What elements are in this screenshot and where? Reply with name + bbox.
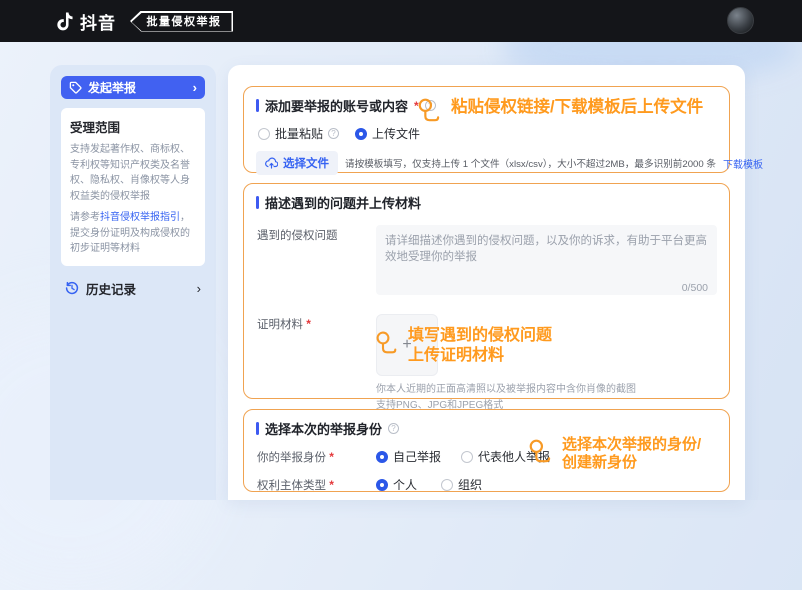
report-behalf-radio[interactable] (461, 451, 473, 463)
subject-field-label: 权利主体类型 * (256, 477, 376, 493)
proof-helper-line-1: 你本人近期的正面高清照以及被举报内容中含你肖像的截图 (376, 382, 636, 398)
required-asterisk: * (306, 317, 311, 331)
report-guide-link[interactable]: 抖音侵权举报指引 (100, 212, 180, 223)
sidebar-item-history[interactable]: 历史记录 › (61, 279, 205, 298)
scope-text-prefix: 请参考 (70, 212, 100, 223)
info-icon[interactable]: ? (388, 423, 399, 434)
user-avatar[interactable] (727, 7, 754, 34)
choose-file-label: 选择文件 (283, 155, 329, 171)
download-template-link[interactable]: 下载模板 (723, 156, 763, 171)
section-report-identity: 选择本次的举报身份 ? 你的举报身份 * 自己举报 代表他人举报 权利主体类型 … (243, 409, 730, 492)
batch-paste-radio[interactable] (258, 128, 270, 140)
page-body: 发起举报 › 受理范围 支持发起著作权、商标权、专利权等知识产权类及名誉权、隐私… (0, 42, 802, 500)
report-form-panel: 添加要举报的账号或内容 * ? 批量粘贴 ? 上传文件 选择文件 请按模板填写，… (228, 65, 745, 500)
subject-type-row: 权利主体类型 * 个人 组织 (256, 476, 717, 493)
section-accent-bar (256, 422, 259, 435)
required-asterisk: * (414, 99, 419, 113)
section-title: 描述遇到的问题并上传材料 (265, 193, 421, 212)
product-badge: 批量侵权举报 (130, 11, 233, 32)
brand-name: 抖音 (80, 9, 116, 34)
subject-label-text: 权利主体类型 (257, 480, 326, 492)
sidebar-item-label: 历史记录 (86, 279, 136, 298)
source-type-radio-group: 批量粘贴 ? 上传文件 (256, 125, 717, 142)
personal-radio[interactable] (376, 479, 388, 491)
required-asterisk: * (329, 478, 334, 492)
upload-file-radio-label: 上传文件 (372, 125, 420, 142)
problem-textarea-wrap: 0/500 (376, 225, 717, 300)
identity-row: 你的举报身份 * 自己举报 代表他人举报 (256, 448, 717, 465)
chevron-right-icon: › (197, 281, 201, 296)
tag-icon (69, 81, 82, 94)
identity-field-label: 你的举报身份 * (256, 449, 376, 465)
sidebar-item-label: 发起举报 (88, 79, 136, 96)
section-header: 选择本次的举报身份 ? (256, 419, 717, 438)
problem-field-label: 遇到的侵权问题 (256, 225, 376, 300)
batch-paste-radio-label: 批量粘贴 (275, 125, 323, 142)
section-accent-bar (256, 99, 259, 112)
report-self-radio[interactable] (376, 451, 388, 463)
douyin-note-icon (54, 11, 73, 32)
section-header: 描述遇到的问题并上传材料 (256, 193, 717, 212)
upload-file-radio[interactable] (355, 128, 367, 140)
organization-radio[interactable] (441, 479, 453, 491)
upload-instructions: 请按模板填写，仅支持上传 1 个文件（xlsx/csv），大小不超过2MB，最多… (345, 156, 716, 170)
scope-card: 受理范围 支持发起著作权、商标权、专利权等知识产权类及名誉权、隐私权、肖像权等人… (61, 108, 205, 266)
section-describe-problem: 描述遇到的问题并上传材料 遇到的侵权问题 0/500 证明材料 * + 你本人近… (243, 183, 730, 399)
character-counter: 0/500 (682, 282, 708, 294)
proof-upload-column: + 你本人近期的正面高清照以及被举报内容中含你肖像的截图 支持PNG、JPG和J… (376, 314, 636, 413)
sidebar: 发起举报 › 受理范围 支持发起著作权、商标权、专利权等知识产权类及名誉权、隐私… (50, 65, 216, 500)
sidebar-item-initiate-report[interactable]: 发起举报 › (61, 76, 205, 99)
section-title: 选择本次的举报身份 (265, 419, 382, 438)
scope-card-paragraph-2: 请参考抖音侵权举报指引，提交身份证明及构成侵权的初步证明等材料 (70, 210, 196, 257)
choose-file-button[interactable]: 选择文件 (256, 151, 338, 175)
scope-card-title: 受理范围 (70, 117, 196, 136)
file-upload-row: 选择文件 请按模板填写，仅支持上传 1 个文件（xlsx/csv），大小不超过2… (256, 151, 717, 175)
personal-radio-label: 个人 (393, 476, 417, 493)
proof-label-text: 证明材料 (257, 319, 303, 331)
info-icon[interactable]: ? (425, 100, 436, 111)
report-self-radio-label: 自己举报 (393, 448, 441, 465)
section-title: 添加要举报的账号或内容 (265, 96, 408, 115)
report-behalf-radio-label: 代表他人举报 (478, 448, 550, 465)
add-image-tile[interactable]: + (376, 314, 438, 376)
proof-field-label: 证明材料 * (256, 314, 376, 413)
section-add-content: 添加要举报的账号或内容 * ? 批量粘贴 ? 上传文件 选择文件 请按模板填写，… (243, 86, 730, 173)
section-header: 添加要举报的账号或内容 * ? (256, 96, 717, 115)
required-asterisk: * (329, 450, 334, 464)
problem-description-row: 遇到的侵权问题 0/500 (256, 225, 717, 300)
plus-icon: + (402, 336, 411, 354)
identity-label-text: 你的举报身份 (257, 452, 326, 464)
cloud-upload-icon (265, 157, 278, 169)
organization-radio-label: 组织 (458, 476, 482, 493)
proof-material-row: 证明材料 * + 你本人近期的正面高清照以及被举报内容中含你肖像的截图 支持PN… (256, 314, 717, 413)
section-accent-bar (256, 196, 259, 209)
scope-card-paragraph-1: 支持发起著作权、商标权、专利权等知识产权类及名誉权、隐私权、肖像权等人身权益类的… (70, 142, 196, 204)
info-icon[interactable]: ? (328, 128, 339, 139)
problem-description-input[interactable] (376, 225, 717, 295)
history-icon (65, 281, 79, 295)
top-bar: 抖音 批量侵权举报 (0, 0, 802, 42)
product-badge-label: 批量侵权举报 (132, 13, 232, 31)
chevron-right-icon: › (193, 81, 197, 94)
